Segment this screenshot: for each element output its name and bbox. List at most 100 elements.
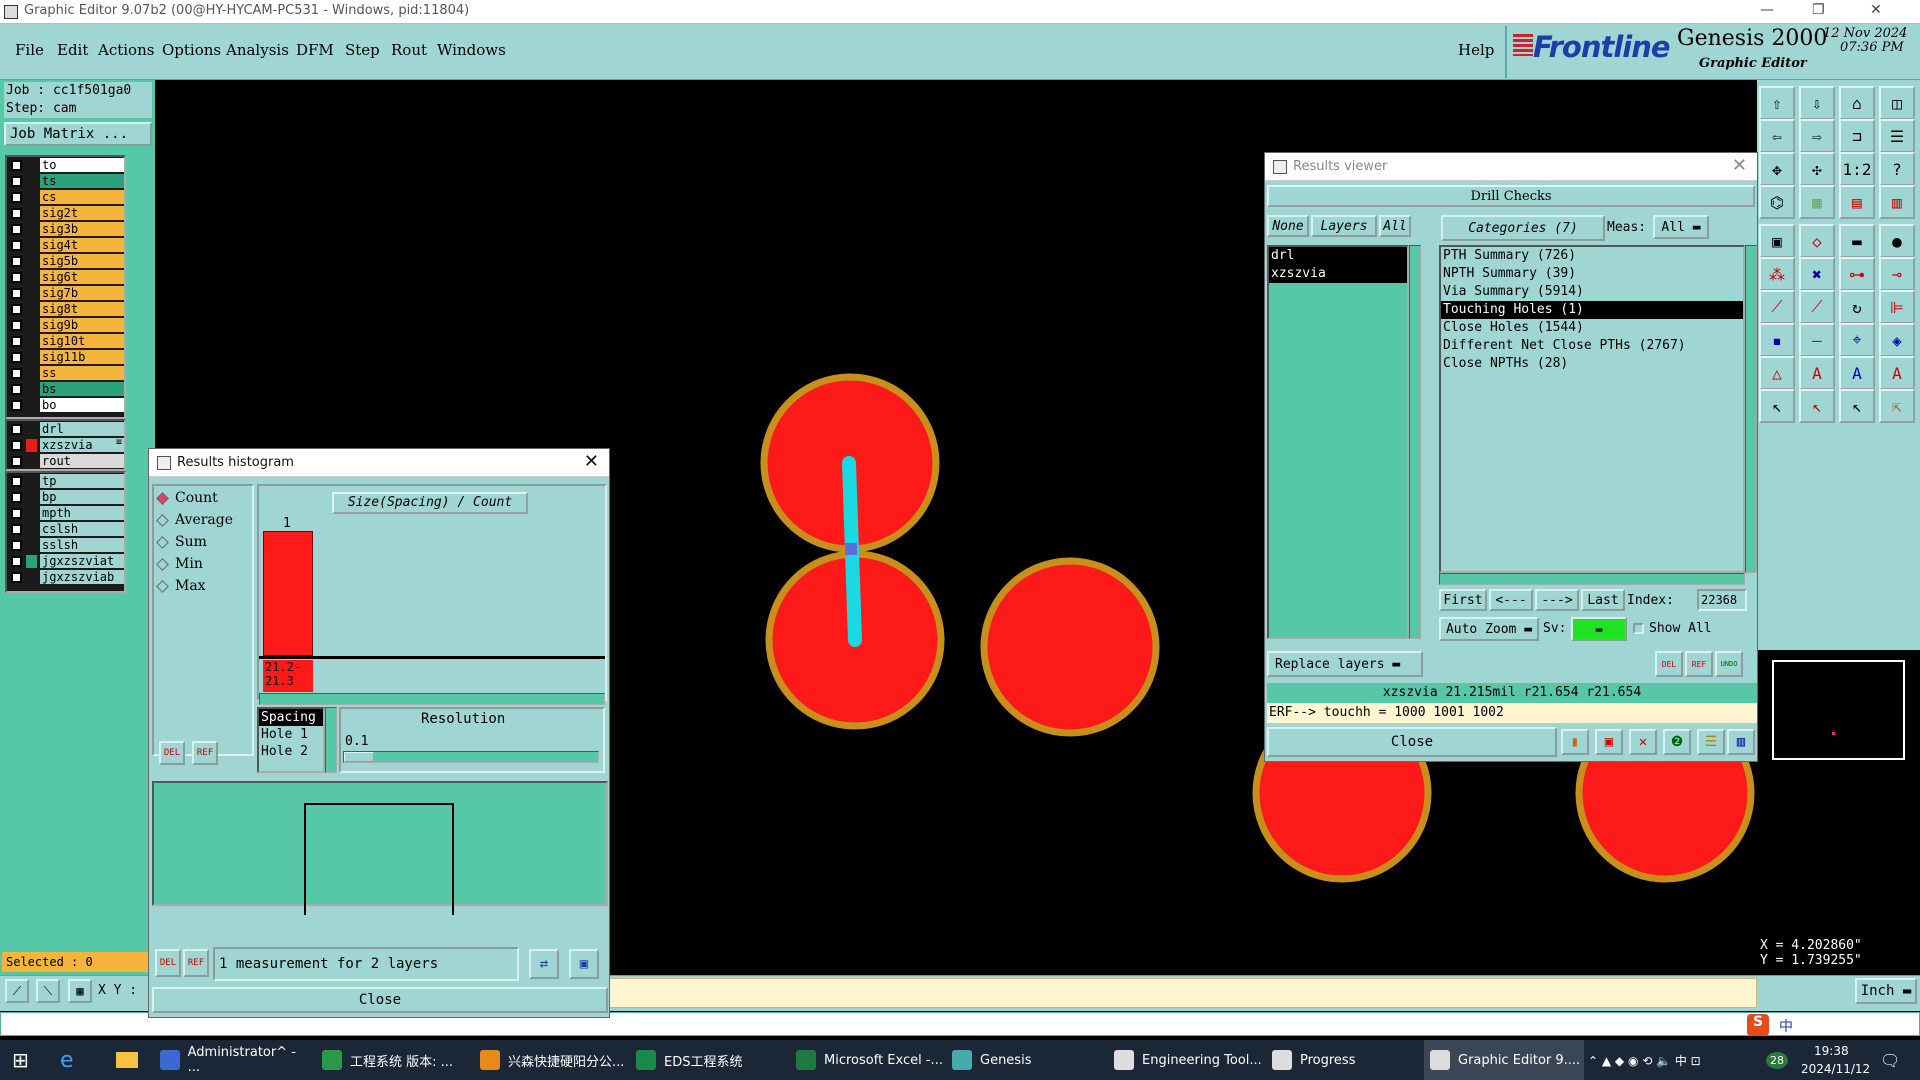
layer-row[interactable]: sig2t bbox=[7, 205, 124, 221]
radio-diamond-icon[interactable] bbox=[156, 579, 169, 593]
layer-checkbox[interactable] bbox=[11, 539, 22, 551]
layer-name[interactable]: mpth bbox=[40, 506, 124, 520]
layer-row[interactable]: ts bbox=[7, 173, 124, 189]
layer-row[interactable]: jgxzszviab bbox=[7, 569, 124, 585]
tool-icon-33[interactable]: A bbox=[1799, 356, 1835, 390]
layer-row[interactable]: bs bbox=[7, 381, 124, 397]
close-window-button[interactable]: ✕ bbox=[1870, 2, 1882, 18]
results-tool-5-icon[interactable]: ☰ bbox=[1697, 729, 1725, 755]
results-layer-list[interactable]: drl xzszvia bbox=[1267, 245, 1409, 639]
menu-help[interactable]: Help bbox=[1458, 41, 1494, 59]
tool-icon-13[interactable]: ▦ bbox=[1799, 185, 1835, 219]
layer-color-swatch[interactable] bbox=[26, 270, 37, 284]
histogram-close-button[interactable]: Close bbox=[152, 987, 608, 1013]
overview-map[interactable] bbox=[1757, 650, 1920, 935]
category-item[interactable]: PTH Summary (726) bbox=[1441, 247, 1743, 265]
layer-color-swatch[interactable] bbox=[26, 506, 37, 520]
layer-color-swatch[interactable] bbox=[26, 454, 37, 468]
meas-selector[interactable]: All ▬ bbox=[1653, 215, 1709, 239]
layer-color-swatch[interactable] bbox=[26, 490, 37, 504]
menu-file[interactable]: File bbox=[15, 41, 44, 59]
resolution-slider[interactable] bbox=[343, 751, 599, 763]
taskbar-item[interactable]: Administrator^ - ... bbox=[160, 1040, 310, 1080]
spacing-item-1[interactable]: Hole 1 bbox=[259, 726, 323, 743]
layer-color-swatch[interactable] bbox=[26, 422, 37, 436]
mode-option-average[interactable]: Average bbox=[156, 512, 233, 528]
taskbar-item[interactable]: EDS工程系统 bbox=[636, 1040, 786, 1080]
menu-windows[interactable]: Windows bbox=[437, 41, 506, 59]
layer-row[interactable]: tp bbox=[7, 473, 124, 489]
tool-icon-37[interactable]: ↖ bbox=[1799, 389, 1835, 423]
results-layer-drl[interactable]: drl bbox=[1269, 247, 1407, 265]
layer-name[interactable]: bp bbox=[40, 490, 124, 504]
layer-color-swatch[interactable] bbox=[26, 350, 37, 364]
tool-icon-34[interactable]: A bbox=[1839, 356, 1875, 390]
layer-color-swatch[interactable] bbox=[26, 190, 37, 204]
tool-icon-28[interactable]: ▪ bbox=[1759, 323, 1795, 357]
tool-icon-26[interactable]: ↻ bbox=[1839, 290, 1875, 324]
layer-checkbox[interactable] bbox=[11, 399, 22, 411]
layer-row[interactable]: bo bbox=[7, 397, 124, 413]
results-tool-4-icon[interactable]: ❷ bbox=[1663, 729, 1691, 755]
layer-checkbox[interactable] bbox=[11, 223, 22, 235]
layer-checkbox[interactable] bbox=[11, 383, 22, 395]
results-tool-3-icon[interactable]: ✕ bbox=[1629, 729, 1657, 755]
layer-color-swatch[interactable] bbox=[26, 522, 37, 536]
tool-icon-12[interactable]: ⌬ bbox=[1759, 185, 1795, 219]
layer-row[interactable]: drl bbox=[7, 421, 124, 437]
layer-color-swatch[interactable] bbox=[26, 366, 37, 380]
results-undo-icon[interactable]: UNDO bbox=[1715, 651, 1743, 677]
tool-icon-3[interactable]: ◫ bbox=[1879, 86, 1915, 120]
layer-checkbox[interactable] bbox=[11, 239, 22, 251]
explorer-icon[interactable] bbox=[116, 1040, 144, 1080]
category-item[interactable]: NPTH Summary (39) bbox=[1441, 265, 1743, 283]
layer-row[interactable]: sig6t bbox=[7, 269, 124, 285]
layer-color-swatch[interactable] bbox=[26, 334, 37, 348]
histogram-ref-button-2[interactable]: REF bbox=[183, 949, 209, 977]
tray-icons[interactable]: ⌃ ▲ ◆ ◉ ⟲ 🔈 中 ⊡ bbox=[1588, 1040, 1768, 1080]
layer-name[interactable]: drl bbox=[40, 422, 124, 436]
tool-icon-18[interactable]: ▬ bbox=[1839, 224, 1875, 258]
tool-icon-17[interactable]: ◇ bbox=[1799, 224, 1835, 258]
layers-button[interactable]: Layers bbox=[1311, 215, 1377, 237]
histogram-bar[interactable] bbox=[263, 531, 313, 656]
tool-icon-31[interactable]: ◈ bbox=[1879, 323, 1915, 357]
layer-checkbox[interactable] bbox=[11, 191, 22, 203]
layer-row[interactable]: cs bbox=[7, 189, 124, 205]
tool-icon-25[interactable]: ⟋ bbox=[1799, 290, 1835, 324]
tool-icon-32[interactable]: △ bbox=[1759, 356, 1795, 390]
first-button[interactable]: First bbox=[1439, 589, 1487, 611]
layer-list-vscroll[interactable] bbox=[1409, 245, 1421, 639]
mode-option-sum[interactable]: Sum bbox=[156, 534, 207, 550]
category-item[interactable]: Via Summary (5914) bbox=[1441, 283, 1743, 301]
grid-tool-icon[interactable]: ▦ bbox=[68, 979, 92, 1003]
taskbar-item[interactable]: Graphic Editor 9.... bbox=[1424, 1040, 1584, 1080]
layer-name[interactable]: sig6t bbox=[40, 270, 124, 284]
layer-row[interactable]: bp bbox=[7, 489, 124, 505]
layer-checkbox[interactable] bbox=[11, 207, 22, 219]
layer-name[interactable]: jgxzszviab bbox=[40, 570, 124, 584]
histogram-del-button-2[interactable]: DEL bbox=[155, 949, 181, 977]
taskbar-item[interactable]: 工程系统 版本: ... bbox=[322, 1040, 472, 1080]
menu-edit[interactable]: Edit bbox=[57, 41, 88, 59]
layer-row[interactable]: jgxzszviat bbox=[7, 553, 124, 569]
layer-name[interactable]: rout bbox=[40, 454, 124, 468]
tool-icon-5[interactable]: ⇨ bbox=[1799, 119, 1835, 153]
maximize-button[interactable]: ❐ bbox=[1812, 2, 1825, 18]
spacing-item-2[interactable]: Hole 2 bbox=[259, 743, 323, 760]
layer-checkbox[interactable] bbox=[11, 367, 22, 379]
layer-color-swatch[interactable] bbox=[26, 174, 37, 188]
tool-icon-8[interactable]: ✥ bbox=[1759, 152, 1795, 186]
select-tool-icon[interactable]: ⟋ bbox=[5, 979, 29, 1003]
layer-color-swatch[interactable] bbox=[26, 222, 37, 236]
layer-row[interactable]: xzszvia ≡ bbox=[7, 437, 124, 453]
radio-diamond-icon[interactable] bbox=[156, 557, 169, 571]
layer-checkbox[interactable] bbox=[11, 491, 22, 503]
results-tool-2-icon[interactable]: ▣ bbox=[1595, 729, 1623, 755]
tool-icon-15[interactable]: ▥ bbox=[1879, 185, 1915, 219]
results-tool-1-icon[interactable]: ▮ bbox=[1561, 729, 1589, 755]
results-del-icon[interactable]: DEL bbox=[1655, 651, 1683, 677]
spacing-item-0[interactable]: Spacing bbox=[259, 709, 323, 726]
index-field[interactable]: 22368 bbox=[1697, 589, 1747, 611]
layer-row[interactable]: sslsh bbox=[7, 537, 124, 553]
